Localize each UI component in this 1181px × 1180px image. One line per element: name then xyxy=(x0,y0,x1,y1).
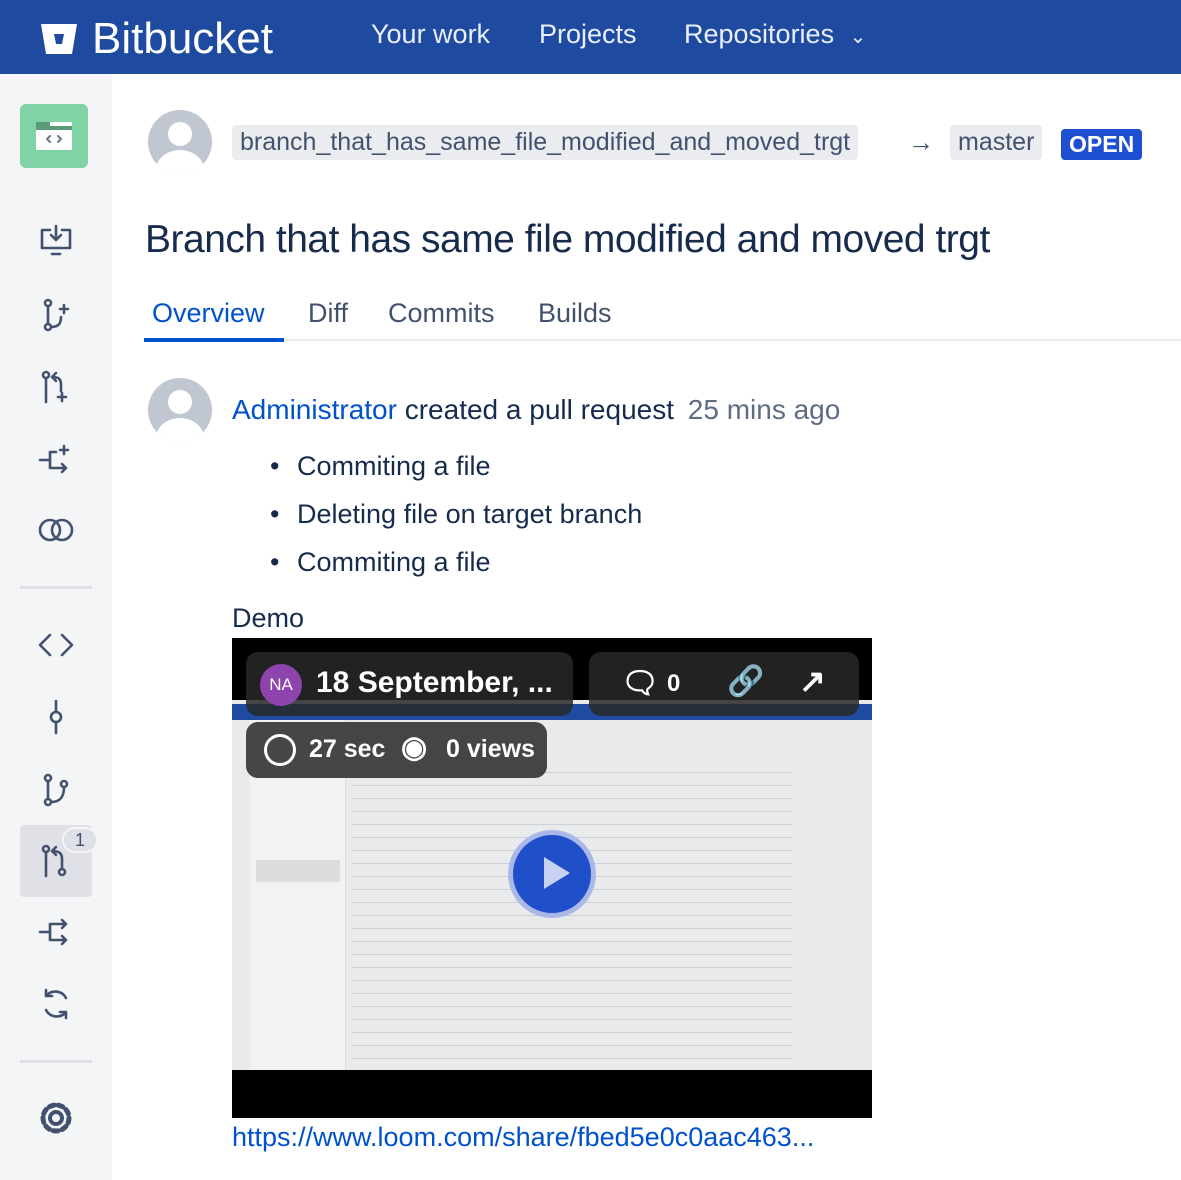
sidebar-divider xyxy=(20,586,92,589)
demo-label: Demo xyxy=(232,603,305,633)
repository-icon[interactable] xyxy=(20,104,88,168)
video-title-bar: NA 18 September, ... xyxy=(246,652,573,716)
video-actions: 🗨 0 🔗 ↗ xyxy=(589,652,859,716)
create-fork-icon[interactable] xyxy=(20,424,92,496)
nav-repositories[interactable]: Repositories ⌄ xyxy=(684,19,866,50)
activity-action: created a pull request xyxy=(404,394,674,425)
pull-requests-icon[interactable]: 1 xyxy=(20,825,98,897)
external-link-icon[interactable]: ↗ xyxy=(799,662,826,700)
commit-list-item: Commiting a file xyxy=(270,451,491,482)
pull-requests-badge: 1 xyxy=(62,827,98,853)
tabs-divider xyxy=(144,339,1181,341)
create-branch-icon[interactable] xyxy=(20,279,92,351)
video-duration: 27 sec xyxy=(309,735,386,763)
video-views: 0 views xyxy=(446,735,535,763)
source-branch[interactable]: branch_that_has_same_file_modified_and_m… xyxy=(232,125,859,160)
commit-list-item: Commiting a file xyxy=(270,547,491,578)
branches-icon[interactable] xyxy=(20,754,92,826)
video-embed[interactable]: NA 18 September, ... 🗨 0 🔗 ↗ 27 sec ◉ 0 … xyxy=(232,638,872,1118)
tab-overview[interactable]: Overview xyxy=(152,298,265,329)
tab-builds[interactable]: Builds xyxy=(538,298,612,329)
settings-icon[interactable] xyxy=(20,1082,92,1154)
activity-avatar[interactable] xyxy=(148,378,212,442)
forks-icon[interactable] xyxy=(20,896,92,968)
activity-header: Administrator created a pull request 25 … xyxy=(232,394,840,426)
author-link[interactable]: Administrator xyxy=(232,394,397,425)
sidebar-divider xyxy=(20,1060,92,1063)
bitbucket-logo-icon xyxy=(41,24,77,54)
play-icon xyxy=(544,857,570,889)
link-icon[interactable]: 🔗 xyxy=(727,664,764,699)
status-badge: OPEN xyxy=(1061,129,1143,160)
bitbucket-logo[interactable]: Bitbucket xyxy=(40,14,273,64)
comment-icon[interactable]: 🗨 xyxy=(621,666,659,701)
clone-icon[interactable] xyxy=(20,206,92,278)
arrow-right-icon: → xyxy=(908,127,934,157)
nav-repositories-label: Repositories xyxy=(684,19,835,49)
sync-icon[interactable] xyxy=(20,968,92,1040)
video-stats: 27 sec ◉ 0 views xyxy=(246,722,547,778)
target-branch[interactable]: master xyxy=(950,125,1043,160)
commit-list-item: Deleting file on target branch xyxy=(270,499,642,530)
logo-text: Bitbucket xyxy=(92,14,273,63)
create-pull-request-icon[interactable] xyxy=(20,351,92,423)
clock-icon xyxy=(264,734,296,766)
tab-commits[interactable]: Commits xyxy=(388,298,495,329)
nav-projects[interactable]: Projects xyxy=(539,19,637,50)
compare-icon[interactable] xyxy=(20,494,92,566)
active-tab-indicator xyxy=(144,338,284,342)
eye-icon: ◉ xyxy=(401,731,428,764)
video-avatar: NA xyxy=(260,664,302,706)
nav-your-work[interactable]: Your work xyxy=(371,19,490,50)
sidebar: 1 xyxy=(0,74,112,1180)
video-link[interactable]: https://www.loom.com/share/fbed5e0c0aac4… xyxy=(232,1122,814,1153)
top-navigation: Bitbucket Your work Projects Repositorie… xyxy=(0,0,1181,74)
author-avatar[interactable] xyxy=(148,110,212,174)
tab-diff[interactable]: Diff xyxy=(308,298,348,329)
commits-icon[interactable] xyxy=(20,681,92,753)
play-button[interactable] xyxy=(508,830,596,918)
comment-count: 0 xyxy=(667,670,681,697)
chevron-down-icon: ⌄ xyxy=(849,26,867,48)
activity-time: 25 mins ago xyxy=(687,394,841,425)
source-icon[interactable] xyxy=(20,609,92,681)
video-title: 18 September, ... xyxy=(316,666,553,699)
page-title: Branch that has same file modified and m… xyxy=(145,218,990,261)
